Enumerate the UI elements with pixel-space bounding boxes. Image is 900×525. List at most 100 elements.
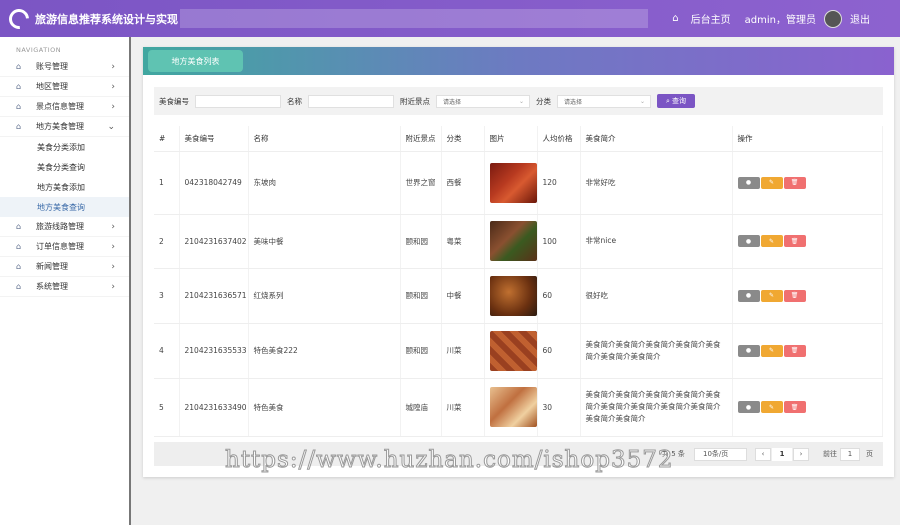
home-link[interactable]: 后台主页 [691, 11, 731, 26]
code-input[interactable] [195, 94, 281, 108]
info-button[interactable]: ● [737, 176, 760, 189]
sidebar-item-news[interactable]: ⌂ 新闻管理 › [0, 257, 129, 277]
goto-input[interactable]: 1 [840, 447, 860, 461]
page-size-select[interactable]: 10条/页 [694, 447, 747, 461]
delete-button[interactable]: 🗑 [783, 344, 806, 357]
sidebar-item-spots[interactable]: ⌂ 景点信息管理 › [0, 97, 129, 117]
row-category: 川菜 [441, 378, 485, 437]
avatar[interactable] [824, 9, 842, 28]
code-label: 美食编号 [159, 96, 189, 106]
sidebar-subitem-food-add[interactable]: 地方美食添加 [0, 177, 129, 197]
row-name: 特色美食222 [248, 323, 401, 379]
home-icon: ⌂ [16, 62, 22, 71]
current-page[interactable]: 1 [772, 447, 792, 461]
chevron-right-icon: › [111, 61, 115, 72]
row-code: 2104231636571 [179, 268, 249, 324]
home-icon[interactable]: ⌂ [672, 13, 678, 24]
row-price: 60 [537, 268, 581, 324]
delete-button[interactable]: 🗑 [783, 176, 806, 189]
chevron-right-icon: › [111, 81, 115, 92]
row-name: 美味中餐 [248, 214, 401, 269]
delete-button[interactable]: 🗑 [783, 401, 806, 413]
row-index: 3 [154, 268, 180, 324]
home-icon: ⌂ [16, 282, 22, 291]
row-intro: 美食简介美食简介美食简介美食简介美食简介美食简介美食简介美食简介美食简介美食简介… [580, 378, 733, 437]
sidebar-subitem-food-query[interactable]: 地方美食查询 [0, 197, 129, 217]
watermark: https://www.huzhan.com/ishop3572 [224, 447, 674, 474]
table-row: 3 2104231636571 红烧系列 颐和园 中餐 60 很好吃 ● ✎ 🗑 [154, 268, 883, 324]
delete-button[interactable]: 🗑 [783, 289, 806, 302]
category-select[interactable]: 请选择 ⌄ [557, 94, 651, 108]
row-index: 1 [154, 151, 180, 215]
top-header: 旅游信息推荐系统设计与实现 ⌂ 后台主页 admin，管理员 退出 [0, 0, 900, 37]
table-row: 2 2104231637402 美味中餐 颐和园 粤菜 100 非常nice ● ✎ 🗑 [154, 214, 883, 269]
edit-button[interactable]: ✎ [760, 176, 783, 189]
info-button[interactable]: ● [737, 401, 760, 413]
goto-label: 前往 [823, 450, 837, 458]
app-title: 旅游信息推荐系统设计与实现 [35, 12, 178, 26]
chevron-down-icon: ⌄ [518, 97, 524, 105]
row-actions: ● ✎ 🗑 [732, 214, 883, 269]
card-header: 地方美食列表 [143, 47, 894, 75]
query-button[interactable]: ⌕ 查询 [657, 94, 695, 108]
title-bar [180, 9, 648, 28]
food-table: # 美食编号 名称 附近景点 分类 图片 人均价格 美食简介 操作 1 04231… [154, 126, 883, 437]
row-index: 2 [154, 214, 180, 269]
col-spot: 附近景点 [400, 126, 442, 152]
logout-link[interactable]: 退出 [850, 11, 870, 26]
nav-title: NAVIGATION [16, 46, 62, 54]
row-code: 2104231635533 [179, 323, 249, 379]
delete-button[interactable]: 🗑 [783, 235, 806, 247]
sidebar-item-routes[interactable]: ⌂ 旅游线路管理 › [0, 217, 129, 237]
prev-page-button[interactable]: ‹ [755, 447, 771, 461]
category-label: 分类 [536, 96, 551, 106]
main-card: 地方美食列表 美食编号 名称 附近景点 请选择 ⌄ 分类 请选择 ⌄ ⌕ 查询 # 美… [143, 47, 894, 477]
row-spot: 城隍庙 [400, 378, 442, 437]
sidebar-item-region[interactable]: ⌂ 地区管理 › [0, 77, 129, 97]
row-category: 川菜 [441, 323, 485, 379]
info-button[interactable]: ● [737, 344, 760, 357]
chevron-down-icon: ⌄ [639, 97, 645, 105]
logo-icon [4, 4, 34, 33]
row-intro: 非常好吃 [580, 151, 733, 215]
row-spot: 颐和园 [400, 214, 442, 269]
row-image-cell [484, 268, 538, 324]
row-actions: ● ✎ 🗑 [732, 378, 883, 437]
spot-select[interactable]: 请选择 ⌄ [436, 94, 530, 108]
col-name: 名称 [248, 126, 401, 152]
info-button[interactable]: ● [737, 289, 760, 302]
row-actions: ● ✎ 🗑 [732, 323, 883, 379]
row-index: 5 [154, 378, 180, 437]
row-intro: 非常nice [580, 214, 733, 269]
tab-food-list[interactable]: 地方美食列表 [148, 50, 243, 72]
sidebar-item-account[interactable]: ⌂ 账号管理 › [0, 57, 129, 77]
food-image [489, 162, 537, 203]
edit-button[interactable]: ✎ [760, 401, 783, 413]
next-page-button[interactable]: › [793, 447, 809, 461]
edit-button[interactable]: ✎ [760, 235, 783, 247]
row-code: 2104231633490 [179, 378, 249, 437]
home-icon: ⌂ [16, 262, 22, 271]
row-category: 西餐 [441, 151, 485, 215]
col-image: 图片 [484, 126, 538, 152]
sidebar-subitem-category-add[interactable]: 美食分类添加 [0, 137, 129, 157]
col-intro: 美食简介 [580, 126, 733, 152]
edit-button[interactable]: ✎ [760, 344, 783, 357]
home-icon: ⌂ [16, 102, 22, 111]
sidebar-item-food[interactable]: ⌂ 地方美食管理 ⌄ [0, 117, 129, 137]
food-image [489, 221, 537, 261]
spot-label: 附近景点 [400, 96, 430, 106]
sidebar-item-system[interactable]: ⌂ 系统管理 › [0, 277, 129, 297]
info-button[interactable]: ● [737, 235, 760, 247]
edit-button[interactable]: ✎ [760, 289, 783, 302]
sidebar-subitem-category-query[interactable]: 美食分类查询 [0, 157, 129, 177]
row-category: 中餐 [441, 268, 485, 324]
user-label: admin，管理员 [744, 15, 816, 26]
chevron-down-icon: ⌄ [107, 121, 115, 132]
row-price: 120 [537, 151, 581, 215]
row-code: 042318042749 [179, 151, 249, 215]
row-category: 粤菜 [441, 214, 485, 269]
name-input[interactable] [308, 94, 394, 108]
sidebar-item-orders[interactable]: ⌂ 订单信息管理 › [0, 237, 129, 257]
row-name: 红烧系列 [248, 268, 401, 324]
